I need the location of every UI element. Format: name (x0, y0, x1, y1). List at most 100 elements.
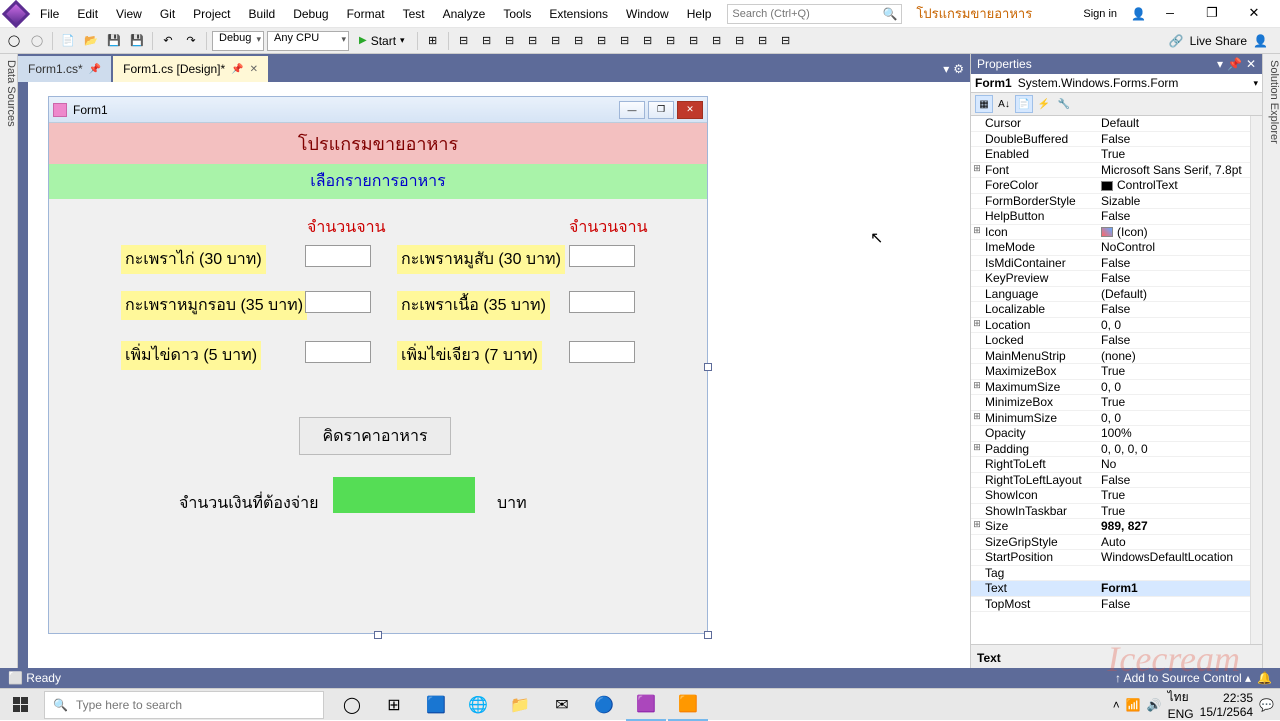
form-body[interactable]: โปรแกรมขายอาหาร เลือกรายการอาหาร จำนวนจา… (49, 123, 707, 599)
align-button-1[interactable]: ⊟ (454, 31, 474, 51)
property-row[interactable]: LockedFalse (971, 333, 1250, 349)
textbox-qty-6[interactable] (569, 341, 635, 363)
menu-test[interactable]: Test (395, 3, 433, 25)
menu-git[interactable]: Git (152, 3, 183, 25)
tray-expand-icon[interactable]: ˄ (1113, 698, 1120, 712)
scrollbar[interactable] (1250, 116, 1262, 644)
chrome-icon[interactable]: 🔵 (584, 689, 624, 721)
property-value[interactable]: True (1101, 147, 1250, 162)
property-row[interactable]: MainMenuStrip(none) (971, 349, 1250, 365)
textbox-qty-2[interactable] (569, 245, 635, 267)
property-row[interactable]: KeyPreviewFalse (971, 271, 1250, 287)
property-pages-button[interactable]: 🔧 (1055, 95, 1073, 113)
property-value[interactable]: False (1101, 302, 1250, 317)
property-value[interactable]: False (1101, 256, 1250, 271)
property-value[interactable]: Microsoft Sans Serif, 7.8pt (1101, 163, 1250, 178)
start-button[interactable]: ▶ Start ▾ (352, 31, 412, 51)
menu-view[interactable]: View (108, 3, 150, 25)
property-row[interactable]: ⊞FontMicrosoft Sans Serif, 7.8pt (971, 163, 1250, 179)
platform-combo[interactable]: Any CPU (267, 31, 349, 51)
pin-icon[interactable]: 📌 (231, 64, 243, 75)
property-row[interactable]: ShowIconTrue (971, 488, 1250, 504)
property-value[interactable]: False (1101, 209, 1250, 224)
resize-handle-s[interactable] (374, 631, 382, 639)
resize-handle-se[interactable] (704, 631, 712, 639)
properties-button[interactable]: 📄 (1015, 95, 1033, 113)
search-input[interactable] (732, 8, 882, 20)
user-icon[interactable]: 👤 (1131, 7, 1146, 21)
menu-tools[interactable]: Tools (495, 3, 539, 25)
alphabetical-button[interactable]: A↓ (995, 95, 1013, 113)
textbox-qty-1[interactable] (305, 245, 371, 267)
property-value[interactable]: (none) (1101, 349, 1250, 364)
align-button-8[interactable]: ⊟ (615, 31, 635, 51)
property-value[interactable]: WindowsDefaultLocation (1101, 550, 1250, 565)
textbox-qty-5[interactable] (305, 341, 371, 363)
app-icon-1[interactable]: 🟦 (416, 689, 456, 721)
expand-icon[interactable]: ⊞ (971, 411, 983, 426)
menu-project[interactable]: Project (185, 3, 238, 25)
property-row[interactable]: ForeColorControlText (971, 178, 1250, 194)
notifications-icon[interactable]: 🔔 (1257, 671, 1272, 685)
property-row[interactable]: RightToLeftLayoutFalse (971, 473, 1250, 489)
taskview-icon[interactable]: ⊞ (374, 689, 414, 721)
align-button-13[interactable]: ⊟ (730, 31, 750, 51)
property-row[interactable]: ⊞MaximumSize0, 0 (971, 380, 1250, 396)
tab-form1-cs[interactable]: Form1.cs* 📌 (18, 56, 111, 82)
property-value[interactable]: True (1101, 488, 1250, 503)
window-close[interactable]: ✕ (1236, 2, 1272, 26)
property-value[interactable]: No (1101, 457, 1250, 472)
property-value[interactable]: 0, 0, 0, 0 (1101, 442, 1250, 457)
property-value[interactable]: Sizable (1101, 194, 1250, 209)
close-icon[interactable]: ✕ (250, 64, 258, 75)
source-control-button[interactable]: ↑ Add to Source Control ▴ (1115, 671, 1251, 685)
open-button[interactable]: 📂 (81, 31, 101, 51)
property-value[interactable]: 0, 0 (1101, 411, 1250, 426)
property-value[interactable]: True (1101, 364, 1250, 379)
wifi-icon[interactable]: 📶 (1126, 698, 1141, 712)
signin-link[interactable]: Sign in (1083, 8, 1117, 20)
cortana-icon[interactable]: ◯ (332, 689, 372, 721)
label-select-menu[interactable]: เลือกรายการอาหาร (49, 164, 707, 199)
window-minimize[interactable]: — (1152, 2, 1188, 26)
property-value[interactable]: (Default) (1101, 287, 1250, 302)
expand-icon[interactable]: ⊞ (971, 442, 983, 457)
property-row[interactable]: SizeGripStyleAuto (971, 535, 1250, 551)
align-button-2[interactable]: ⊟ (477, 31, 497, 51)
dropdown-icon[interactable]: ▾ (943, 62, 949, 76)
save-all-button[interactable]: 💾 (127, 31, 147, 51)
label-item-6[interactable]: เพิ่มไข่เจียว (7 บาท) (397, 341, 542, 370)
properties-grid[interactable]: CursorDefaultDoubleBufferedFalseEnabledT… (971, 116, 1250, 644)
menu-format[interactable]: Format (339, 3, 393, 25)
property-value[interactable]: Form1 (1101, 581, 1250, 596)
window-maximize[interactable]: ❐ (1194, 2, 1230, 26)
solution-explorer-tab[interactable]: Solution Explorer (1262, 54, 1280, 688)
property-value[interactable]: (Icon) (1101, 225, 1250, 240)
align-button-5[interactable]: ⊟ (546, 31, 566, 51)
taskbar-search[interactable]: 🔍 Type here to search (44, 691, 324, 719)
property-row[interactable]: RightToLeftNo (971, 457, 1250, 473)
new-project-button[interactable]: 📄 (58, 31, 78, 51)
expand-icon[interactable]: ⊞ (971, 225, 983, 240)
align-button-3[interactable]: ⊟ (500, 31, 520, 51)
property-value[interactable]: True (1101, 395, 1250, 410)
redo-button[interactable]: ↷ (181, 31, 201, 51)
property-value[interactable]: Default (1101, 116, 1250, 131)
property-row[interactable]: EnabledTrue (971, 147, 1250, 163)
label-item-2[interactable]: กะเพราหมูสับ (30 บาท) (397, 245, 565, 274)
align-button-7[interactable]: ⊟ (592, 31, 612, 51)
property-row[interactable]: ⊞MinimumSize0, 0 (971, 411, 1250, 427)
property-row[interactable]: TopMostFalse (971, 597, 1250, 613)
expand-icon[interactable]: ⊞ (971, 163, 983, 178)
button-calculate[interactable]: คิดราคาอาหาร (299, 417, 451, 455)
property-value[interactable]: False (1101, 132, 1250, 147)
pin-icon[interactable]: 📌 (1227, 57, 1242, 71)
design-canvas[interactable]: Form1 — ❐ ✕ โปรแกรมขายอาหาร เลือกรายการอ… (28, 82, 970, 688)
align-button-9[interactable]: ⊟ (638, 31, 658, 51)
mail-icon[interactable]: ✉ (542, 689, 582, 721)
property-row[interactable]: DoubleBufferedFalse (971, 132, 1250, 148)
property-value[interactable]: NoControl (1101, 240, 1250, 255)
notifications-icon[interactable]: 💬 (1259, 698, 1274, 712)
label-item-5[interactable]: เพิ่มไข่ดาว (5 บาท) (121, 341, 261, 370)
categorized-button[interactable]: ▦ (975, 95, 993, 113)
